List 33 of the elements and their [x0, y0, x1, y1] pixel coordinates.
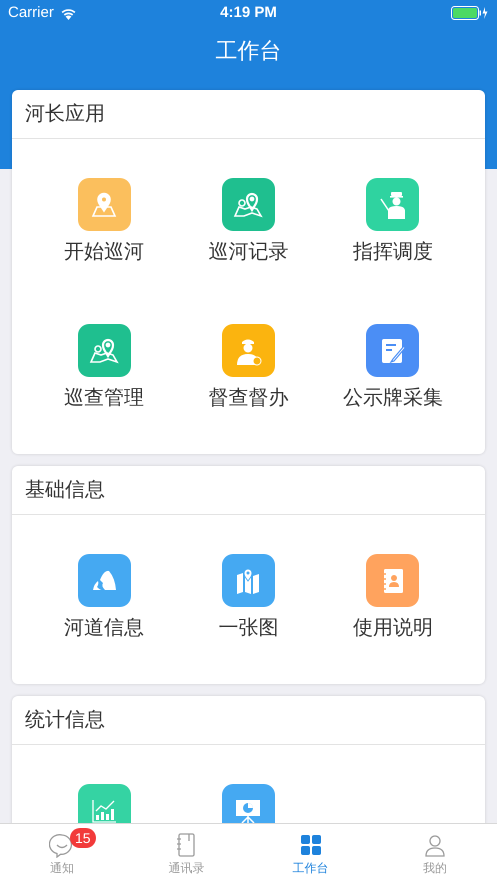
app-label: 巡河记录: [208, 240, 288, 264]
battery-icon: [451, 6, 489, 20]
section-title: 统计信息: [25, 708, 105, 733]
app-tile[interactable]: [78, 554, 131, 607]
tab-item[interactable]: 通知 15: [0, 824, 124, 883]
app-tile[interactable]: [222, 178, 275, 231]
count-badge: 15: [70, 828, 96, 848]
carrier-label: Carrier: [8, 2, 54, 23]
app-tile[interactable]: [78, 178, 131, 231]
app-label: 一张图: [218, 616, 278, 640]
status-time: 4:19 PM: [220, 2, 277, 23]
app-tile[interactable]: [222, 554, 275, 607]
app-tile[interactable]: [366, 554, 420, 607]
app-tile[interactable]: [78, 324, 131, 377]
app-label: 公示牌采集: [342, 386, 443, 410]
tab-item[interactable]: 我的: [372, 824, 497, 883]
page-title: 工作台: [216, 36, 282, 64]
section-title: 河长应用: [25, 102, 105, 127]
app-tile[interactable]: [222, 784, 275, 823]
app-tile[interactable]: [366, 178, 420, 231]
app-label: 巡查管理: [64, 386, 144, 410]
app-tile[interactable]: [366, 324, 420, 377]
app-label: 河道信息: [64, 616, 144, 640]
app-label: 督查督办: [208, 386, 288, 410]
wifi-icon: [60, 6, 77, 20]
app-label: 指挥调度: [352, 240, 433, 264]
section-title: 基础信息: [25, 478, 105, 503]
app-tile[interactable]: [222, 324, 275, 377]
app-tile[interactable]: [78, 784, 131, 823]
app-label: 开始巡河: [64, 240, 144, 264]
tab-item[interactable]: 工作台: [248, 824, 373, 883]
app-label: 使用说明: [352, 616, 433, 640]
tab-item[interactable]: 通讯录: [124, 824, 248, 883]
